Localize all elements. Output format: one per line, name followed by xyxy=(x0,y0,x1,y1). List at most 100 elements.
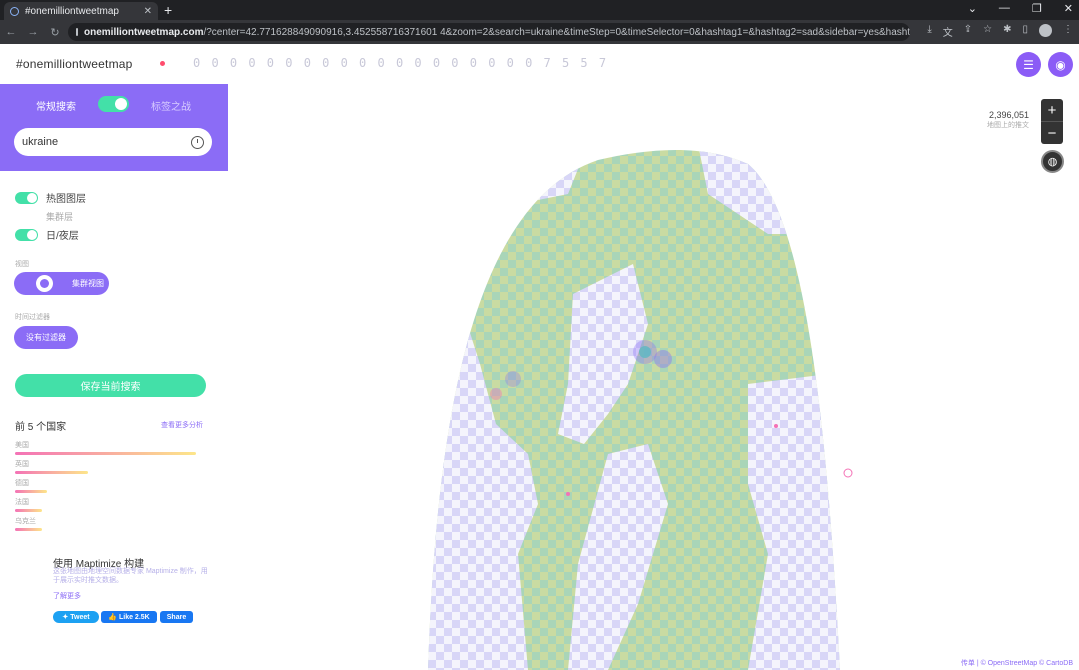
extensions-puzzle-icon[interactable]: ✱ xyxy=(1003,24,1011,39)
cluster-marker[interactable] xyxy=(505,371,521,387)
mode-regular-label[interactable]: 常规搜索 xyxy=(36,98,76,113)
mode-toggle[interactable] xyxy=(98,96,129,112)
more-analytics-link[interactable]: 查看更多分析 xyxy=(161,420,203,430)
cluster-marker[interactable] xyxy=(566,492,570,496)
globe-view-button[interactable]: ◍ xyxy=(1041,150,1064,173)
cluster-marker[interactable] xyxy=(633,340,657,364)
cluster-marker[interactable] xyxy=(490,388,502,400)
radio-icon xyxy=(36,275,53,292)
like-label: Like 2.5K xyxy=(118,613,150,621)
country-bar xyxy=(15,452,196,455)
zoom-in-button[interactable]: + xyxy=(1041,99,1063,121)
cluster-marker[interactable] xyxy=(654,350,672,368)
close-window-icon[interactable]: ✕ xyxy=(1064,2,1073,15)
clock-icon[interactable] xyxy=(191,135,204,149)
sidepanel-icon[interactable]: ▯ xyxy=(1022,24,1028,39)
live-indicator-icon xyxy=(160,61,165,66)
country-item: 英国 xyxy=(15,459,88,474)
brand-title[interactable]: #onemilliontweetmap xyxy=(16,57,133,71)
profile-avatar[interactable] xyxy=(1039,24,1052,37)
country-item: 美国 xyxy=(15,440,196,455)
url-host: onemilliontweetmap.com xyxy=(84,26,204,38)
zoom-out-button[interactable]: − xyxy=(1041,122,1063,144)
search-box xyxy=(14,128,212,156)
list-menu-button[interactable]: ☰ xyxy=(1016,52,1041,77)
cluster-view-label: 集群视图 xyxy=(72,279,104,288)
search-input[interactable] xyxy=(22,136,191,148)
tweet-count-label: 地图上的推文 xyxy=(987,122,1029,129)
globe-disc xyxy=(428,149,840,670)
share-button[interactable]: Share xyxy=(160,611,193,623)
time-filter-button[interactable]: 没有过滤器 xyxy=(14,326,78,349)
site-favicon-icon xyxy=(10,6,19,16)
country-item: 法国 xyxy=(15,497,42,512)
tab-search-icon[interactable]: ⌄ xyxy=(968,2,977,15)
browser-tab-bar: #onemilliontweetmap ✕ + ⌄ — ❐ ✕ xyxy=(0,0,1079,20)
forward-icon[interactable]: → xyxy=(22,26,44,38)
globe-icon: ◍ xyxy=(1047,156,1058,168)
tweet-map[interactable]: 2,396,051 地图上的推文 + − ◍ 传单 | © OpenStreet… xyxy=(228,84,1079,670)
sidebar: 常规搜索 标签之战 ← 热图图层 集群层 日/夜层 视图 集群视图 时间过滤器 … xyxy=(0,84,260,670)
back-icon[interactable]: ← xyxy=(0,26,22,38)
address-bar: ← → ↻ onemilliontweetmap.com/?center=42.… xyxy=(0,20,1079,44)
ocean-area xyxy=(748,374,840,670)
reload-icon[interactable]: ↻ xyxy=(44,26,66,39)
url-path: /?center=42.771628849090916,3.4525587163… xyxy=(203,26,910,38)
lock-icon xyxy=(76,28,78,36)
download-icon[interactable]: ⤓ xyxy=(927,24,931,39)
daynight-row: 日/夜层 xyxy=(15,227,79,242)
daynight-toggle[interactable] xyxy=(15,228,38,241)
cluster-marker[interactable] xyxy=(843,468,853,478)
daynight-label: 日/夜层 xyxy=(46,231,79,242)
cluster-marker[interactable] xyxy=(774,424,778,428)
country-item: 德国 xyxy=(15,478,47,493)
filter-caption: 时间过滤器 xyxy=(15,314,50,321)
chrome-menu-icon[interactable]: ⋮ xyxy=(1063,24,1073,39)
translate-icon[interactable]: 文 xyxy=(943,24,953,39)
map-attribution[interactable]: 传单 | © OpenStreetMap © CartoDB xyxy=(958,658,1075,668)
country-bar xyxy=(15,509,42,512)
url-field[interactable]: onemilliontweetmap.com/?center=42.771628… xyxy=(68,23,910,41)
bookmark-star-icon[interactable]: ☆ xyxy=(983,24,992,39)
tweet-button[interactable]: ✦ Tweet xyxy=(53,611,99,623)
new-tab-button[interactable]: + xyxy=(164,2,172,18)
map-stat: 2,396,051 地图上的推文 xyxy=(987,110,1029,130)
extensions-area: ⤓ 文 ⇪ ☆ ✱ ▯ ⋮ xyxy=(927,24,1073,39)
country-item: 乌克兰 xyxy=(15,516,42,531)
app-header: #onemilliontweetmap 0 0 0 0 0 0 0 0 0 0 … xyxy=(0,44,1079,84)
country-name: 美国 xyxy=(15,442,29,449)
country-name: 法国 xyxy=(15,499,29,506)
zoom-control: + − xyxy=(1041,99,1063,144)
restore-icon[interactable]: ❐ xyxy=(1032,2,1042,15)
twitter-bird-icon: ✦ xyxy=(62,614,69,621)
list-icon: ☰ xyxy=(1023,57,1034,72)
save-search-button[interactable]: 保存当前搜索 xyxy=(15,374,206,397)
tweet-count: 2,396,051 xyxy=(988,110,1029,120)
tweet-counter: 0 0 0 0 0 0 0 0 0 0 0 0 0 0 0 0 0 0 0 7 … xyxy=(193,56,609,70)
learn-more-link[interactable]: 了解更多 xyxy=(53,591,81,601)
minimize-icon[interactable]: — xyxy=(999,2,1010,15)
location-pin-icon: ◉ xyxy=(1055,57,1066,72)
heatmap-label: 热图图层 xyxy=(46,194,86,205)
view-caption: 视图 xyxy=(15,261,29,268)
window-controls: ⌄ — ❐ ✕ xyxy=(968,2,1073,15)
cluster-view-button[interactable]: 集群视图 xyxy=(14,272,109,295)
share-icon[interactable]: ⇪ xyxy=(964,24,972,39)
country-bar xyxy=(15,490,47,493)
cluster-layer-label: 集群层 xyxy=(46,212,74,222)
location-button[interactable]: ◉ xyxy=(1048,52,1073,77)
heatmap-toggle[interactable] xyxy=(15,191,38,204)
tab-title: #onemilliontweetmap xyxy=(25,5,119,17)
map-canvas[interactable] xyxy=(228,84,1079,670)
tweet-label: Tweet xyxy=(70,613,90,621)
country-name: 德国 xyxy=(15,480,29,487)
search-panel: 常规搜索 标签之战 xyxy=(0,84,228,171)
like-button[interactable]: 👍 Like 2.5K xyxy=(101,611,157,623)
top-countries-title: 前 5 个国家 xyxy=(15,422,67,433)
country-bar xyxy=(15,528,42,531)
close-tab-icon[interactable]: ✕ xyxy=(144,6,152,17)
mode-hashtag-label[interactable]: 标签之战 xyxy=(151,98,191,113)
country-name: 乌克兰 xyxy=(15,518,36,525)
browser-tab[interactable]: #onemilliontweetmap ✕ xyxy=(4,2,158,20)
heatmap-row: 热图图层 xyxy=(15,190,86,205)
